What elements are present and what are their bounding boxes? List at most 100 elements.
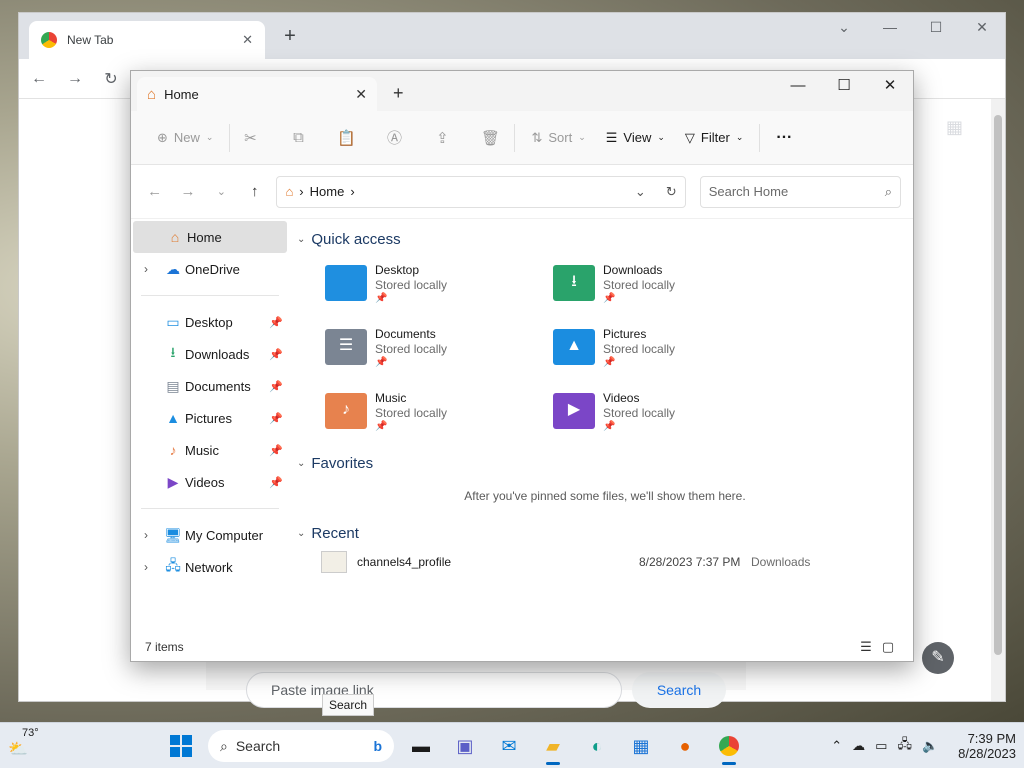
volume-icon[interactable]: 🔈 (922, 738, 938, 754)
explorer-tab-home[interactable]: ⌂ Home ✕ (137, 77, 377, 111)
quick-access-music[interactable]: ♪ Music Stored locally 📌 (325, 391, 553, 443)
clock[interactable]: 7:39 PM 8/28/2023 (948, 731, 1016, 761)
close-icon[interactable]: ✕ (867, 71, 913, 101)
close-icon[interactable]: ✕ (242, 32, 253, 48)
back-icon[interactable]: ← (27, 70, 51, 88)
firefox-icon[interactable]: ● (668, 729, 702, 763)
mail-icon[interactable]: ✉ (492, 729, 526, 763)
explorer-new-tab-button[interactable]: + (393, 83, 404, 104)
maximize-icon[interactable]: ☐ (913, 13, 959, 41)
sidebar-item-my-computer[interactable]: › 🖥 My Computer (131, 519, 289, 551)
details-view-icon[interactable]: ☰ (855, 639, 877, 655)
weather-widget[interactable]: 73° ⛅ (8, 727, 48, 759)
pin-icon[interactable]: 📌 (269, 476, 289, 489)
breadcrumb-home[interactable]: Home (310, 184, 345, 199)
chevron-down-icon[interactable]: ⌄ (297, 528, 305, 539)
sidebar-item-videos[interactable]: ▶ Videos 📌 (131, 466, 289, 498)
share-icon[interactable]: ⇪ (428, 129, 456, 147)
taskbar-search[interactable]: ⌕ Search b (208, 730, 394, 762)
chrome-scrollbar[interactable] (991, 99, 1005, 701)
sidebar-item-pictures[interactable]: ▲ Pictures 📌 (131, 402, 289, 434)
store-icon[interactable]: ▦ (624, 729, 658, 763)
refresh-icon[interactable]: ↻ (666, 184, 677, 200)
pin-icon[interactable]: 📌 (269, 316, 289, 329)
pencil-icon[interactable]: ✎ (922, 642, 954, 674)
chrome-icon[interactable] (712, 729, 746, 765)
maximize-icon[interactable]: ☐ (821, 71, 867, 101)
close-icon[interactable]: ✕ (355, 86, 367, 103)
cut-icon[interactable]: ✂ (236, 129, 264, 147)
sidebar-item-documents[interactable]: ▤ Documents 📌 (131, 370, 289, 402)
forward-icon[interactable]: → (176, 183, 199, 200)
reload-icon[interactable]: ↻ (99, 69, 123, 89)
scrollbar-thumb[interactable] (994, 115, 1002, 655)
chevron-right-icon[interactable]: › (131, 262, 161, 276)
chevron-down-icon[interactable]: ⌄ (297, 458, 305, 469)
search-box[interactable]: ⌕ (699, 175, 901, 208)
sidebar-item-home[interactable]: ⌂ Home (133, 221, 287, 253)
chrome-search-button[interactable]: Search (632, 672, 726, 708)
recent-file-row[interactable]: channels4_profile 8/28/2023 7:37 PM Down… (297, 547, 913, 577)
tiles-view-icon[interactable]: ▢ (877, 639, 899, 655)
pin-icon[interactable]: 📌 (269, 444, 289, 457)
paste-icon[interactable]: 📋 (332, 129, 360, 147)
delete-icon[interactable]: 🗑 (476, 129, 504, 147)
more-options-button[interactable]: ··· (766, 122, 802, 154)
sidebar-item-desktop[interactable]: ▭ Desktop 📌 (131, 306, 289, 338)
home-icon: ⌂ (170, 229, 180, 245)
sidebar-item-network[interactable]: › 🖧 Network (131, 551, 289, 583)
sort-button[interactable]: ⇅ Sort ⌄ (521, 122, 595, 154)
task-view-icon[interactable]: ▬ (404, 729, 438, 763)
start-icon[interactable] (164, 729, 198, 763)
chevron-down-icon[interactable]: ⌄ (635, 184, 646, 200)
pin-icon[interactable]: 📌 (269, 348, 289, 361)
address-bar[interactable]: ⌂ › Home › ⌄ ↻ (276, 175, 686, 208)
file-explorer-icon[interactable]: ▰ (536, 729, 570, 765)
filter-button[interactable]: ▽ Filter ⌄ (675, 122, 753, 154)
close-icon[interactable]: ✕ (959, 13, 1005, 41)
quick-access-videos[interactable]: ▶ Videos Stored locally 📌 (553, 391, 781, 443)
minimize-icon[interactable]: — (775, 71, 821, 101)
minimize-icon[interactable]: — (867, 13, 913, 41)
chat-icon[interactable]: ▣ (448, 729, 482, 763)
network-icon[interactable]: 🖧 (897, 735, 912, 757)
new-button[interactable]: ⊕ New ⌄ (147, 122, 223, 154)
quick-access-documents[interactable]: ☰ Documents Stored locally 📌 (325, 327, 553, 379)
chevron-right-icon[interactable]: › (131, 560, 161, 574)
file-explorer-window: ⌂ Home ✕ + — ☐ ✕ ⊕ New ⌄ ✂ ⧉ 📋 Ⓐ ⇪ 🗑 ⇅ S… (130, 70, 914, 662)
music-folder-icon: ♪ (325, 393, 367, 429)
paste-image-link-input[interactable]: Paste image link (246, 672, 622, 708)
chevron-up-icon[interactable]: ⌃ (831, 738, 842, 754)
sidebar-item-label: Home (187, 229, 222, 245)
onedrive-icon[interactable]: ☁ (852, 738, 865, 754)
drive-icon[interactable]: ▭ (875, 738, 887, 754)
divider (514, 123, 516, 152)
chrome-new-tab-button[interactable]: + (279, 26, 301, 48)
apps-grid-icon[interactable]: ▦ (946, 117, 963, 138)
edge-icon[interactable]: ◐ (580, 729, 614, 763)
recent-locations-icon[interactable]: ⌄ (210, 185, 233, 198)
sidebar-item-downloads[interactable]: ⭳ Downloads 📌 (131, 338, 289, 370)
search-icon[interactable]: ⌕ (885, 184, 892, 200)
search-input[interactable] (708, 184, 885, 199)
forward-icon[interactable]: → (63, 70, 87, 88)
chevron-down-icon[interactable]: ⌄ (297, 234, 305, 245)
section-quick-access[interactable]: ⌄ Quick access (297, 225, 913, 253)
rename-icon[interactable]: Ⓐ (380, 127, 408, 148)
pin-icon[interactable]: 📌 (269, 380, 289, 393)
view-button[interactable]: ☰ View ⌄ (596, 122, 675, 154)
section-favorites[interactable]: ⌄ Favorites (297, 449, 913, 477)
quick-access-pictures[interactable]: ▲ Pictures Stored locally 📌 (553, 327, 781, 379)
sidebar-item-onedrive[interactable]: › ☁ OneDrive (131, 253, 289, 285)
chevron-right-icon[interactable]: › (131, 528, 161, 542)
copy-icon[interactable]: ⧉ (284, 129, 312, 146)
chevron-down-icon[interactable]: ⌄ (821, 13, 867, 41)
up-icon[interactable]: ↑ (243, 183, 266, 200)
pin-icon[interactable]: 📌 (269, 412, 289, 425)
sidebar-item-music[interactable]: ♪ Music 📌 (131, 434, 289, 466)
back-icon[interactable]: ← (143, 183, 166, 200)
chrome-tab-new-tab[interactable]: New Tab ✕ (29, 21, 265, 59)
quick-access-downloads[interactable]: ⭳ Downloads Stored locally 📌 (553, 263, 781, 315)
quick-access-desktop[interactable]: Desktop Stored locally 📌 (325, 263, 553, 315)
section-recent[interactable]: ⌄ Recent (297, 519, 913, 547)
